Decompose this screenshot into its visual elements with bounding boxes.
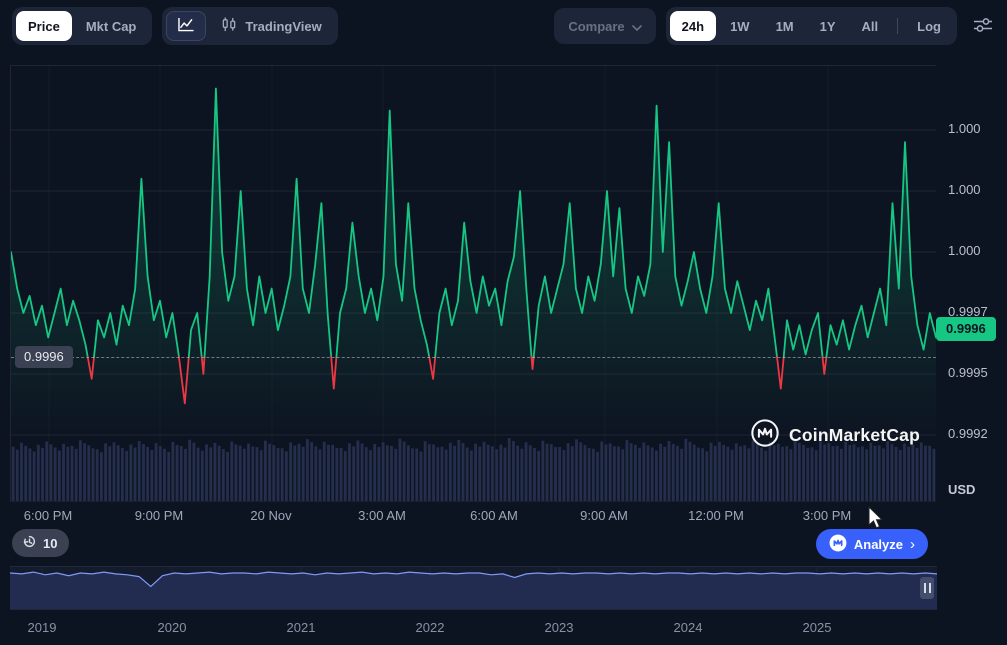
x-axis-label: 12:00 PM	[688, 508, 744, 523]
price-mktcap-toggle: Price Mkt Cap	[12, 7, 152, 45]
range-selector: 24h 1W 1M 1Y All Log	[666, 7, 957, 45]
range-1m-button[interactable]: 1M	[764, 11, 806, 41]
coinmarketcap-logo-icon	[750, 418, 780, 453]
chart-type-group: TradingView	[162, 7, 337, 45]
history-button[interactable]: 10	[12, 529, 69, 557]
time-axis: 6:00 PM 9:00 PM 20 Nov 3:00 AM 6:00 AM 9…	[10, 508, 935, 526]
year-label: 2019	[28, 620, 57, 635]
minimap-chart[interactable]	[10, 567, 937, 609]
tradingview-toggle[interactable]: TradingView	[208, 11, 333, 41]
x-axis-label: 6:00 AM	[470, 508, 518, 523]
year-label: 2025	[803, 620, 832, 635]
current-price-badge: 0.9996	[936, 317, 996, 341]
reference-price-line	[11, 357, 936, 358]
reference-price-label: 0.9996	[15, 346, 73, 368]
year-label: 2023	[545, 620, 574, 635]
candlestick-icon	[220, 17, 238, 35]
coinmarketcap-watermark: CoinMarketCap	[750, 418, 920, 453]
x-axis-label: 9:00 AM	[580, 508, 628, 523]
x-axis-label: 9:00 PM	[135, 508, 183, 523]
price-tab[interactable]: Price	[16, 11, 72, 41]
sliders-icon	[973, 16, 993, 37]
analyze-label: Analyze	[854, 537, 903, 552]
year-axis: 2019 2020 2021 2022 2023 2024 2025	[10, 620, 937, 638]
line-chart-icon	[177, 17, 195, 35]
y-axis-label: 0.9992	[948, 426, 988, 442]
range-slider-handle[interactable]	[920, 577, 934, 599]
x-axis-label: 3:00 AM	[358, 508, 406, 523]
compare-button[interactable]: Compare	[554, 8, 655, 44]
year-label: 2022	[416, 620, 445, 635]
y-axis-label: 0.9995	[948, 365, 988, 381]
y-axis-label: 1.000	[948, 182, 981, 198]
mktcap-tab[interactable]: Mkt Cap	[74, 11, 149, 41]
x-axis-label: 6:00 PM	[24, 508, 72, 523]
history-icon	[22, 534, 37, 552]
range-divider	[897, 18, 898, 34]
coinmarketcap-chart-panel: Price Mkt Cap	[0, 0, 1007, 645]
x-axis-label: 3:00 PM	[803, 508, 851, 523]
log-scale-toggle[interactable]: Log	[905, 11, 953, 41]
price-axis: 1.000 1.000 1.000 0.9997 0.9995 0.9992 0…	[935, 65, 1007, 500]
range-all-button[interactable]: All	[850, 11, 891, 41]
chevron-right-icon: ›	[910, 537, 915, 552]
range-1y-button[interactable]: 1Y	[808, 11, 848, 41]
watermark-text: CoinMarketCap	[789, 425, 920, 446]
chart-settings-button[interactable]	[969, 12, 997, 41]
range-24h-button[interactable]: 24h	[670, 11, 716, 41]
tradingview-label: TradingView	[245, 19, 321, 34]
analyze-button[interactable]: Analyze ›	[816, 529, 928, 559]
currency-label: USD	[948, 482, 975, 497]
range-1w-button[interactable]: 1W	[718, 11, 762, 41]
year-label: 2021	[287, 620, 316, 635]
line-chart-type-button[interactable]	[166, 11, 206, 41]
x-axis-label: 20 Nov	[250, 508, 291, 523]
history-count: 10	[43, 536, 57, 551]
price-chart-area: 0.9996 CoinMarketCap	[10, 65, 936, 502]
date-range-minimap	[10, 566, 937, 610]
chevron-down-icon	[632, 19, 642, 34]
chart-toolbar: Price Mkt Cap	[12, 7, 997, 45]
year-label: 2024	[674, 620, 703, 635]
y-axis-label: 1.000	[948, 243, 981, 259]
compare-label: Compare	[568, 19, 624, 34]
year-label: 2020	[158, 620, 187, 635]
analyze-cmc-icon	[829, 534, 847, 555]
y-axis-label: 1.000	[948, 121, 981, 137]
